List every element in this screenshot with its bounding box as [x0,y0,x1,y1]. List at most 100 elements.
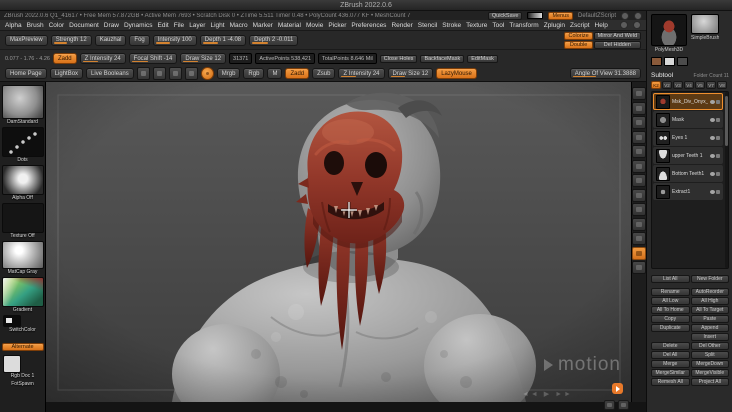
subtool-vis-button-4[interactable]: V4 [684,81,694,89]
menu-help[interactable]: Help [595,22,608,29]
stroke-selector[interactable]: Dots [1,127,44,163]
subtool-vis-button-2[interactable]: V2 [662,81,672,89]
brush-selector[interactable]: DamStandard [1,85,44,125]
focal-shift-slider[interactable]: Focal Shift -14 [128,53,178,64]
material-selector[interactable]: MatCap Gray [1,241,44,275]
menu-file[interactable]: File [174,22,184,29]
split-button[interactable]: Split [690,351,729,359]
quicksave-button[interactable]: QuickSave [487,11,523,20]
menu-draw[interactable]: Draw [104,22,119,29]
depth1-slider[interactable]: Depth 1 -4.08 [199,34,247,46]
subtool-vis-button-7[interactable]: V8 [717,81,727,89]
all-to-home-button[interactable]: All To Home [651,306,690,314]
visibility-eye-icon[interactable] [709,117,715,122]
gradient-swatch[interactable] [527,12,544,19]
paste-button[interactable]: Paste [690,315,729,323]
colorize-button[interactable]: Colorize [564,31,593,40]
bpr-icon[interactable] [632,87,646,100]
scale-icon[interactable] [168,67,182,80]
mirror-and-weld-button[interactable]: Mirror And Weld [593,31,641,40]
xpose-icon[interactable] [632,261,646,274]
menu-render[interactable]: Render [391,22,412,29]
texture-selector[interactable]: Texture Off [1,203,44,239]
new-folder-button[interactable]: New Folder [690,275,729,283]
persp-icon[interactable] [632,159,646,173]
subtool-vis-button-1[interactable]: K2 [651,81,661,89]
home-icon[interactable] [634,11,642,20]
lazymouse-button[interactable]: LazyMouse [436,68,477,79]
help-icon[interactable] [621,11,629,20]
polypaint-brush-icon[interactable] [716,99,720,104]
z-intensity-slider[interactable]: Z Intensity 24 [79,53,126,64]
polypaint-brush-icon[interactable] [716,171,720,176]
rename-button[interactable]: Rename [651,288,690,296]
subtool-vis-button-3[interactable]: V3 [673,81,683,89]
subtool-vis-button-6[interactable]: V7 [706,81,716,89]
zadd-button[interactable]: Zadd [52,53,77,64]
actual-size-icon[interactable] [632,130,646,144]
merge-down-button[interactable]: MergeDown [690,360,729,368]
kauzhal-button[interactable]: Kauzhal [94,34,127,46]
live-booleans-button[interactable]: Live Booleans [86,68,134,79]
project-all-button[interactable]: Project All [690,378,729,386]
mini-swatch-color[interactable] [651,57,662,66]
subtool-item[interactable]: Mask [653,111,723,128]
menu-zscript[interactable]: Zscript [570,22,590,29]
depth2-slider[interactable]: Depth 2 -0.011 [249,34,299,46]
document-item[interactable]: Rgb Doc 1 [2,355,44,379]
menu-dynamics[interactable]: Dynamics [124,22,153,29]
del-hidden-button[interactable]: Del Hidden [593,40,641,49]
all-low-button[interactable]: All Low [651,297,690,305]
subtool-item[interactable]: Extract1 [653,183,723,200]
menu-transform[interactable]: Transform [509,22,538,29]
move-icon[interactable] [152,67,166,80]
mini-swatch-texture[interactable] [677,57,688,66]
double-button[interactable]: Double [564,40,593,49]
menu-picker[interactable]: Picker [328,22,346,29]
z-intensity-slider-2[interactable]: Z Intensity 24 [338,68,385,79]
recent-tool-thumbnail[interactable] [691,14,720,34]
polypaint-brush-icon[interactable] [716,117,720,122]
alpha-selector[interactable]: Alpha Off [1,165,44,201]
customize-icon[interactable] [620,21,628,29]
visibility-eye-icon[interactable] [709,189,715,194]
menu-macro[interactable]: Macro [230,22,248,29]
angle-of-view-slider[interactable]: Angle Of View 31.3888 [569,68,641,79]
menu-light[interactable]: Light [210,22,224,29]
mrgb-button[interactable]: Mrgb [216,68,241,79]
polypaint-brush-icon[interactable] [716,135,720,140]
menu-marker[interactable]: Marker [253,22,273,29]
remesh-all-button[interactable]: Remesh All [651,378,690,386]
insert-button[interactable]: Insert [690,333,729,341]
mini-swatch-alpha[interactable] [664,57,675,66]
transp-icon[interactable] [632,217,646,231]
menu-color[interactable]: Color [49,22,65,29]
subtool-item[interactable]: Eyes 1 [653,129,723,146]
sculpt-3d-viewport[interactable]: motion ◄◄ ▶ ►► [46,82,631,402]
menu-material[interactable]: Material [278,22,301,29]
home-page-button[interactable]: Home Page [5,68,47,79]
menu-stencil[interactable]: Stencil [418,22,438,29]
subtool-scrollbar-thumb[interactable] [725,96,728,146]
pan-icon[interactable] [604,400,615,410]
visibility-eye-icon[interactable] [709,171,715,176]
del-other-button[interactable]: Del Other [690,342,729,350]
edit-mask-button[interactable]: EditMask [467,54,498,63]
subtool-item-selected[interactable]: Msk_Div_Onyx_v008 [653,93,723,110]
subtool-item[interactable]: Bottom Teeth1 [653,165,723,182]
subtool-item[interactable]: upper Teeth 1 [653,147,723,164]
merge-button[interactable]: Merge [651,360,690,368]
color-picker[interactable]: Gradient [1,277,44,313]
draw-size-slider-2[interactable]: Draw Size 12 [387,68,434,79]
backface-mask-button[interactable]: BackfaceMask [420,54,465,63]
strength-slider[interactable]: Strength 12 [50,34,92,46]
subtool-vis-button-5[interactable]: V5 [695,81,705,89]
visibility-eye-icon[interactable] [709,153,715,158]
zadd-button-2[interactable]: Zadd [285,68,310,79]
all-high-button[interactable]: All High [690,297,729,305]
local-icon[interactable] [632,188,646,202]
menu-tool[interactable]: Tool [492,22,504,29]
del-all-button[interactable]: Del All [651,351,690,359]
current-tool-thumbnail[interactable] [651,14,687,46]
merge-similar-button[interactable]: MergeSimilar [651,369,690,377]
